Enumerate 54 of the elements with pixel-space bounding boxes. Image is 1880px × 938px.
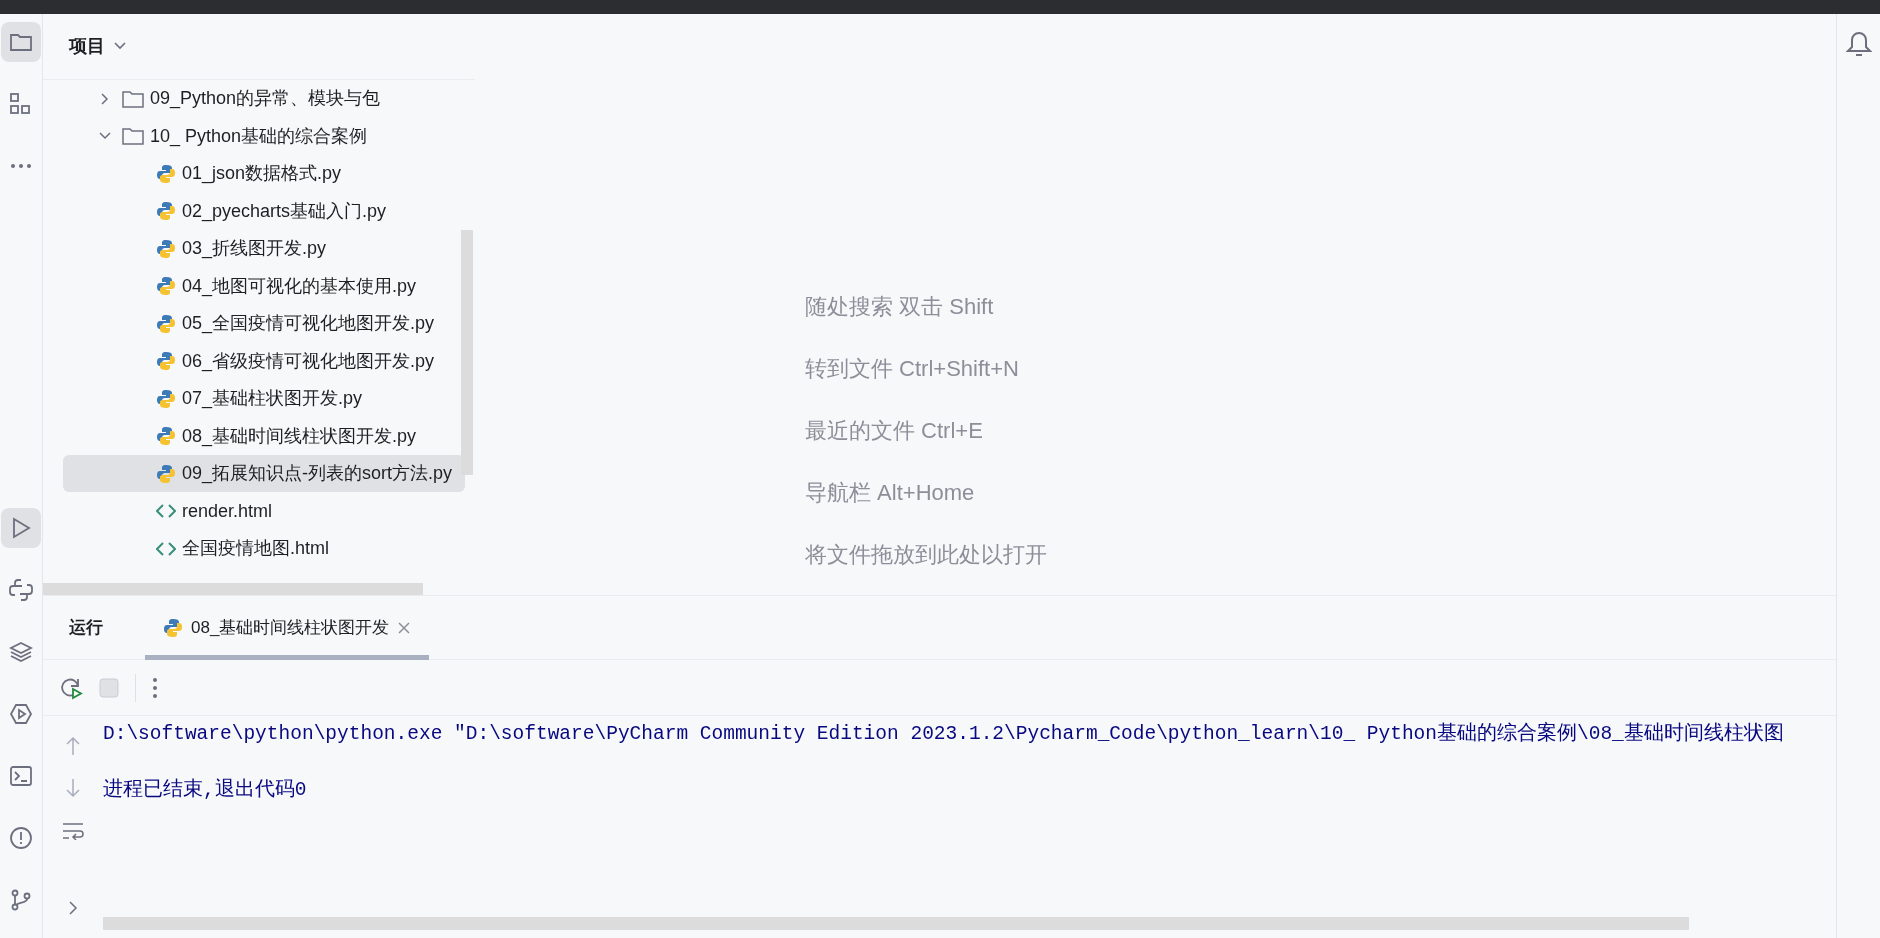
file-item[interactable]: 04_地图可视化的基本使用.py <box>63 267 465 305</box>
run-tab[interactable]: 08_基础时间线柱状图开发 <box>145 595 430 660</box>
folder-icon <box>122 127 144 146</box>
file-item[interactable]: render.html <box>63 492 465 530</box>
folder-button[interactable] <box>1 22 41 62</box>
file-item[interactable]: 02_pyecharts基础入门.py <box>63 192 465 230</box>
hint-text: 最近的文件 Ctrl+E <box>805 416 984 445</box>
python-file-icon <box>156 463 176 484</box>
python-file-icon <box>156 163 176 184</box>
hint-text: 随处搜索 双击 Shift <box>805 292 995 321</box>
file-item[interactable]: 07_基础柱状图开发.py <box>63 379 465 418</box>
python-file-icon <box>156 201 176 222</box>
hint-text: 导航栏 Alt+Home <box>805 478 976 507</box>
python-file-icon <box>156 388 176 409</box>
soft-wrap-icon[interactable] <box>62 822 84 840</box>
folder-item[interactable]: 10_ Python基础的综合案例 <box>43 117 465 155</box>
python-file-icon <box>156 238 176 259</box>
panel-title[interactable]: 项目 <box>69 32 105 60</box>
file-item[interactable]: 08_基础时间线柱状图开发.py <box>63 417 465 455</box>
python-file-icon <box>163 617 183 638</box>
structure-icon[interactable] <box>9 92 33 116</box>
python-file-icon <box>156 313 176 334</box>
scrollbar[interactable] <box>461 229 473 475</box>
code-brackets-icon <box>156 540 176 557</box>
folder-item[interactable]: 09_Python的异常、模块与包 <box>43 79 465 118</box>
scrollbar[interactable] <box>43 583 423 595</box>
scrollbar[interactable] <box>103 917 1689 930</box>
hint-text: 转到文件 Ctrl+Shift+N <box>805 354 1020 383</box>
terminal-icon[interactable] <box>9 764 33 788</box>
close-icon[interactable] <box>397 620 412 635</box>
python-icon[interactable] <box>9 578 33 602</box>
chevron-right-icon[interactable] <box>68 900 78 916</box>
folder-icon <box>122 89 144 108</box>
file-item[interactable]: 01_json数据格式.py <box>63 154 465 193</box>
file-item[interactable]: 06_省级疫情可视化地图开发.py <box>63 342 465 380</box>
code-brackets-icon <box>156 503 176 520</box>
console-line: D:\software\python\python.exe "D:\software\PyCharm Community Edition 2023.1.2\Pycharm_Code\python_learn\10_ Python基础的综合案例\08_基础时间线柱状图 <box>103 721 1785 747</box>
file-item[interactable]: 05_全国疫情可视化地图开发.py <box>63 304 465 343</box>
console-line: 进程已结束,退出代码0 <box>103 777 308 803</box>
panel-title: 运行 <box>68 616 104 639</box>
more-icon[interactable] <box>152 676 158 699</box>
python-file-icon <box>156 426 176 447</box>
file-item[interactable]: 09_拓展知识点-列表的sort方法.py <box>63 454 465 493</box>
python-file-icon <box>156 351 176 372</box>
file-item[interactable]: 全国疫情地图.html <box>63 529 465 568</box>
python-file-icon <box>156 276 176 297</box>
services-icon[interactable] <box>9 702 33 726</box>
file-item[interactable]: 03_折线图开发.py <box>63 229 465 268</box>
run-button[interactable] <box>1 508 41 548</box>
chevron-down-icon[interactable] <box>113 41 127 52</box>
layers-icon[interactable] <box>9 640 33 664</box>
hint-text: 将文件拖放到此处以打开 <box>805 540 1047 569</box>
git-branch-icon[interactable] <box>9 888 33 912</box>
problems-icon[interactable] <box>9 826 33 850</box>
